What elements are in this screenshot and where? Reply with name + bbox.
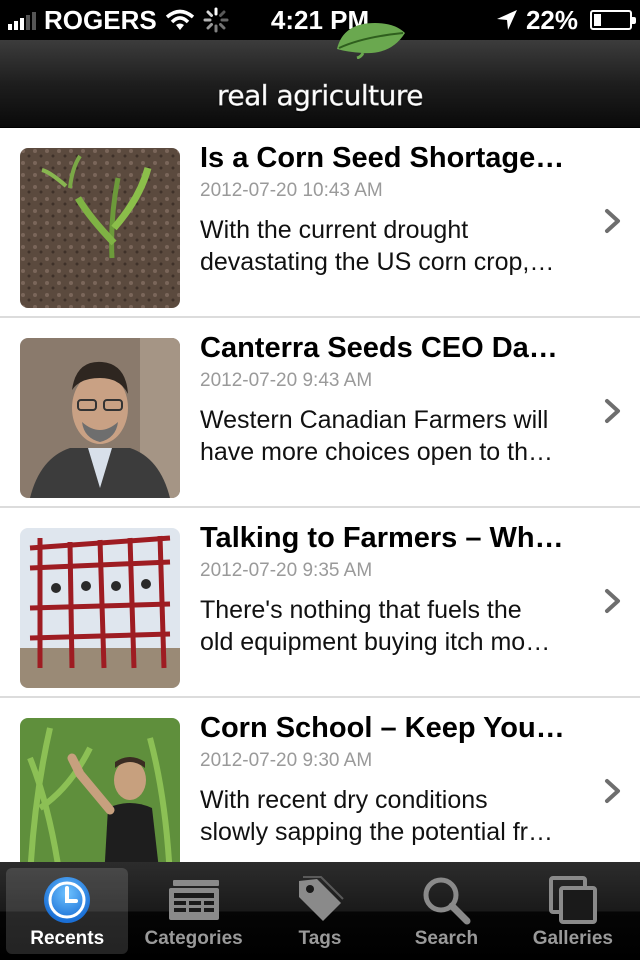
activity-spinner-icon bbox=[203, 7, 229, 33]
article-thumbnail bbox=[20, 338, 180, 498]
real-agriculture-logo: real agriculture bbox=[217, 23, 424, 113]
article-date: 2012-07-20 10:43 AM bbox=[200, 180, 383, 201]
gallery-icon bbox=[548, 876, 597, 924]
search-icon bbox=[423, 877, 471, 925]
navigation-bar: real agriculture bbox=[0, 23, 640, 128]
tab-categories[interactable]: Categories bbox=[132, 868, 254, 954]
tab-label: Categories bbox=[144, 928, 243, 949]
article-title: Is a Corn Seed Shortage… bbox=[200, 142, 565, 174]
article-thumbnail bbox=[20, 718, 180, 862]
battery-icon bbox=[590, 10, 636, 30]
article-date: 2012-07-20 9:43 AM bbox=[200, 370, 373, 391]
tab-bar: Recents Categories Tags Search Galleries bbox=[0, 862, 640, 960]
article-date: 2012-07-20 9:30 AM bbox=[200, 750, 373, 771]
article-summary: There's nothing that fuels the old equip… bbox=[200, 596, 551, 656]
logo-text: real agriculture bbox=[217, 79, 424, 113]
tag-icon bbox=[299, 876, 344, 921]
clock-icon bbox=[44, 877, 91, 923]
tab-label: Tags bbox=[298, 928, 342, 949]
article-summary: With recent dry conditions slowly sappin… bbox=[200, 786, 553, 846]
tab-label: Galleries bbox=[532, 928, 613, 949]
chevron-right-icon bbox=[605, 779, 620, 803]
tab-galleries[interactable]: Galleries bbox=[512, 868, 634, 954]
article-list[interactable]: Is a Corn Seed Shortage… 2012-07-20 10:4… bbox=[0, 128, 640, 862]
signal-strength-icon bbox=[8, 10, 36, 30]
article-thumbnail bbox=[20, 528, 180, 688]
tab-tags[interactable]: Tags bbox=[259, 868, 381, 954]
article-title: Talking to Farmers – Wh… bbox=[200, 522, 564, 554]
article-row[interactable]: Is a Corn Seed Shortage… 2012-07-20 10:4… bbox=[0, 128, 640, 318]
status-bar: ROGERS 4:21 PM 22% bbox=[0, 0, 640, 40]
article-row[interactable]: Talking to Farmers – Wh… 2012-07-20 9:35… bbox=[0, 508, 640, 698]
tab-recents[interactable]: Recents bbox=[6, 868, 129, 954]
status-right: 22% bbox=[496, 4, 636, 36]
status-left: ROGERS bbox=[8, 5, 229, 36]
tab-label: Search bbox=[414, 928, 479, 949]
leaf-icon bbox=[337, 23, 406, 59]
tab-search[interactable]: Search bbox=[385, 868, 507, 954]
article-date: 2012-07-20 9:35 AM bbox=[200, 560, 373, 581]
tab-label: Recents bbox=[30, 928, 105, 949]
wifi-icon bbox=[165, 9, 194, 30]
article-summary: Western Canadian Farmers will have more … bbox=[200, 406, 553, 466]
chevron-right-icon bbox=[605, 589, 620, 613]
chevron-right-icon bbox=[605, 399, 620, 423]
article-summary: With the current drought devastating the… bbox=[200, 216, 555, 276]
location-arrow-icon bbox=[496, 10, 517, 30]
article-row[interactable]: Corn School – Keep You… 2012-07-20 9:30 … bbox=[0, 698, 640, 862]
article-title: Corn School – Keep You… bbox=[200, 712, 565, 744]
article-title: Canterra Seeds CEO Da… bbox=[200, 332, 558, 364]
battery-percent: 22% bbox=[525, 4, 578, 35]
newspaper-icon bbox=[168, 880, 219, 920]
carrier-name: ROGERS bbox=[44, 4, 157, 35]
chevron-right-icon bbox=[605, 209, 620, 233]
article-row[interactable]: Canterra Seeds CEO Da… 2012-07-20 9:43 A… bbox=[0, 318, 640, 508]
article-thumbnail bbox=[20, 148, 180, 308]
